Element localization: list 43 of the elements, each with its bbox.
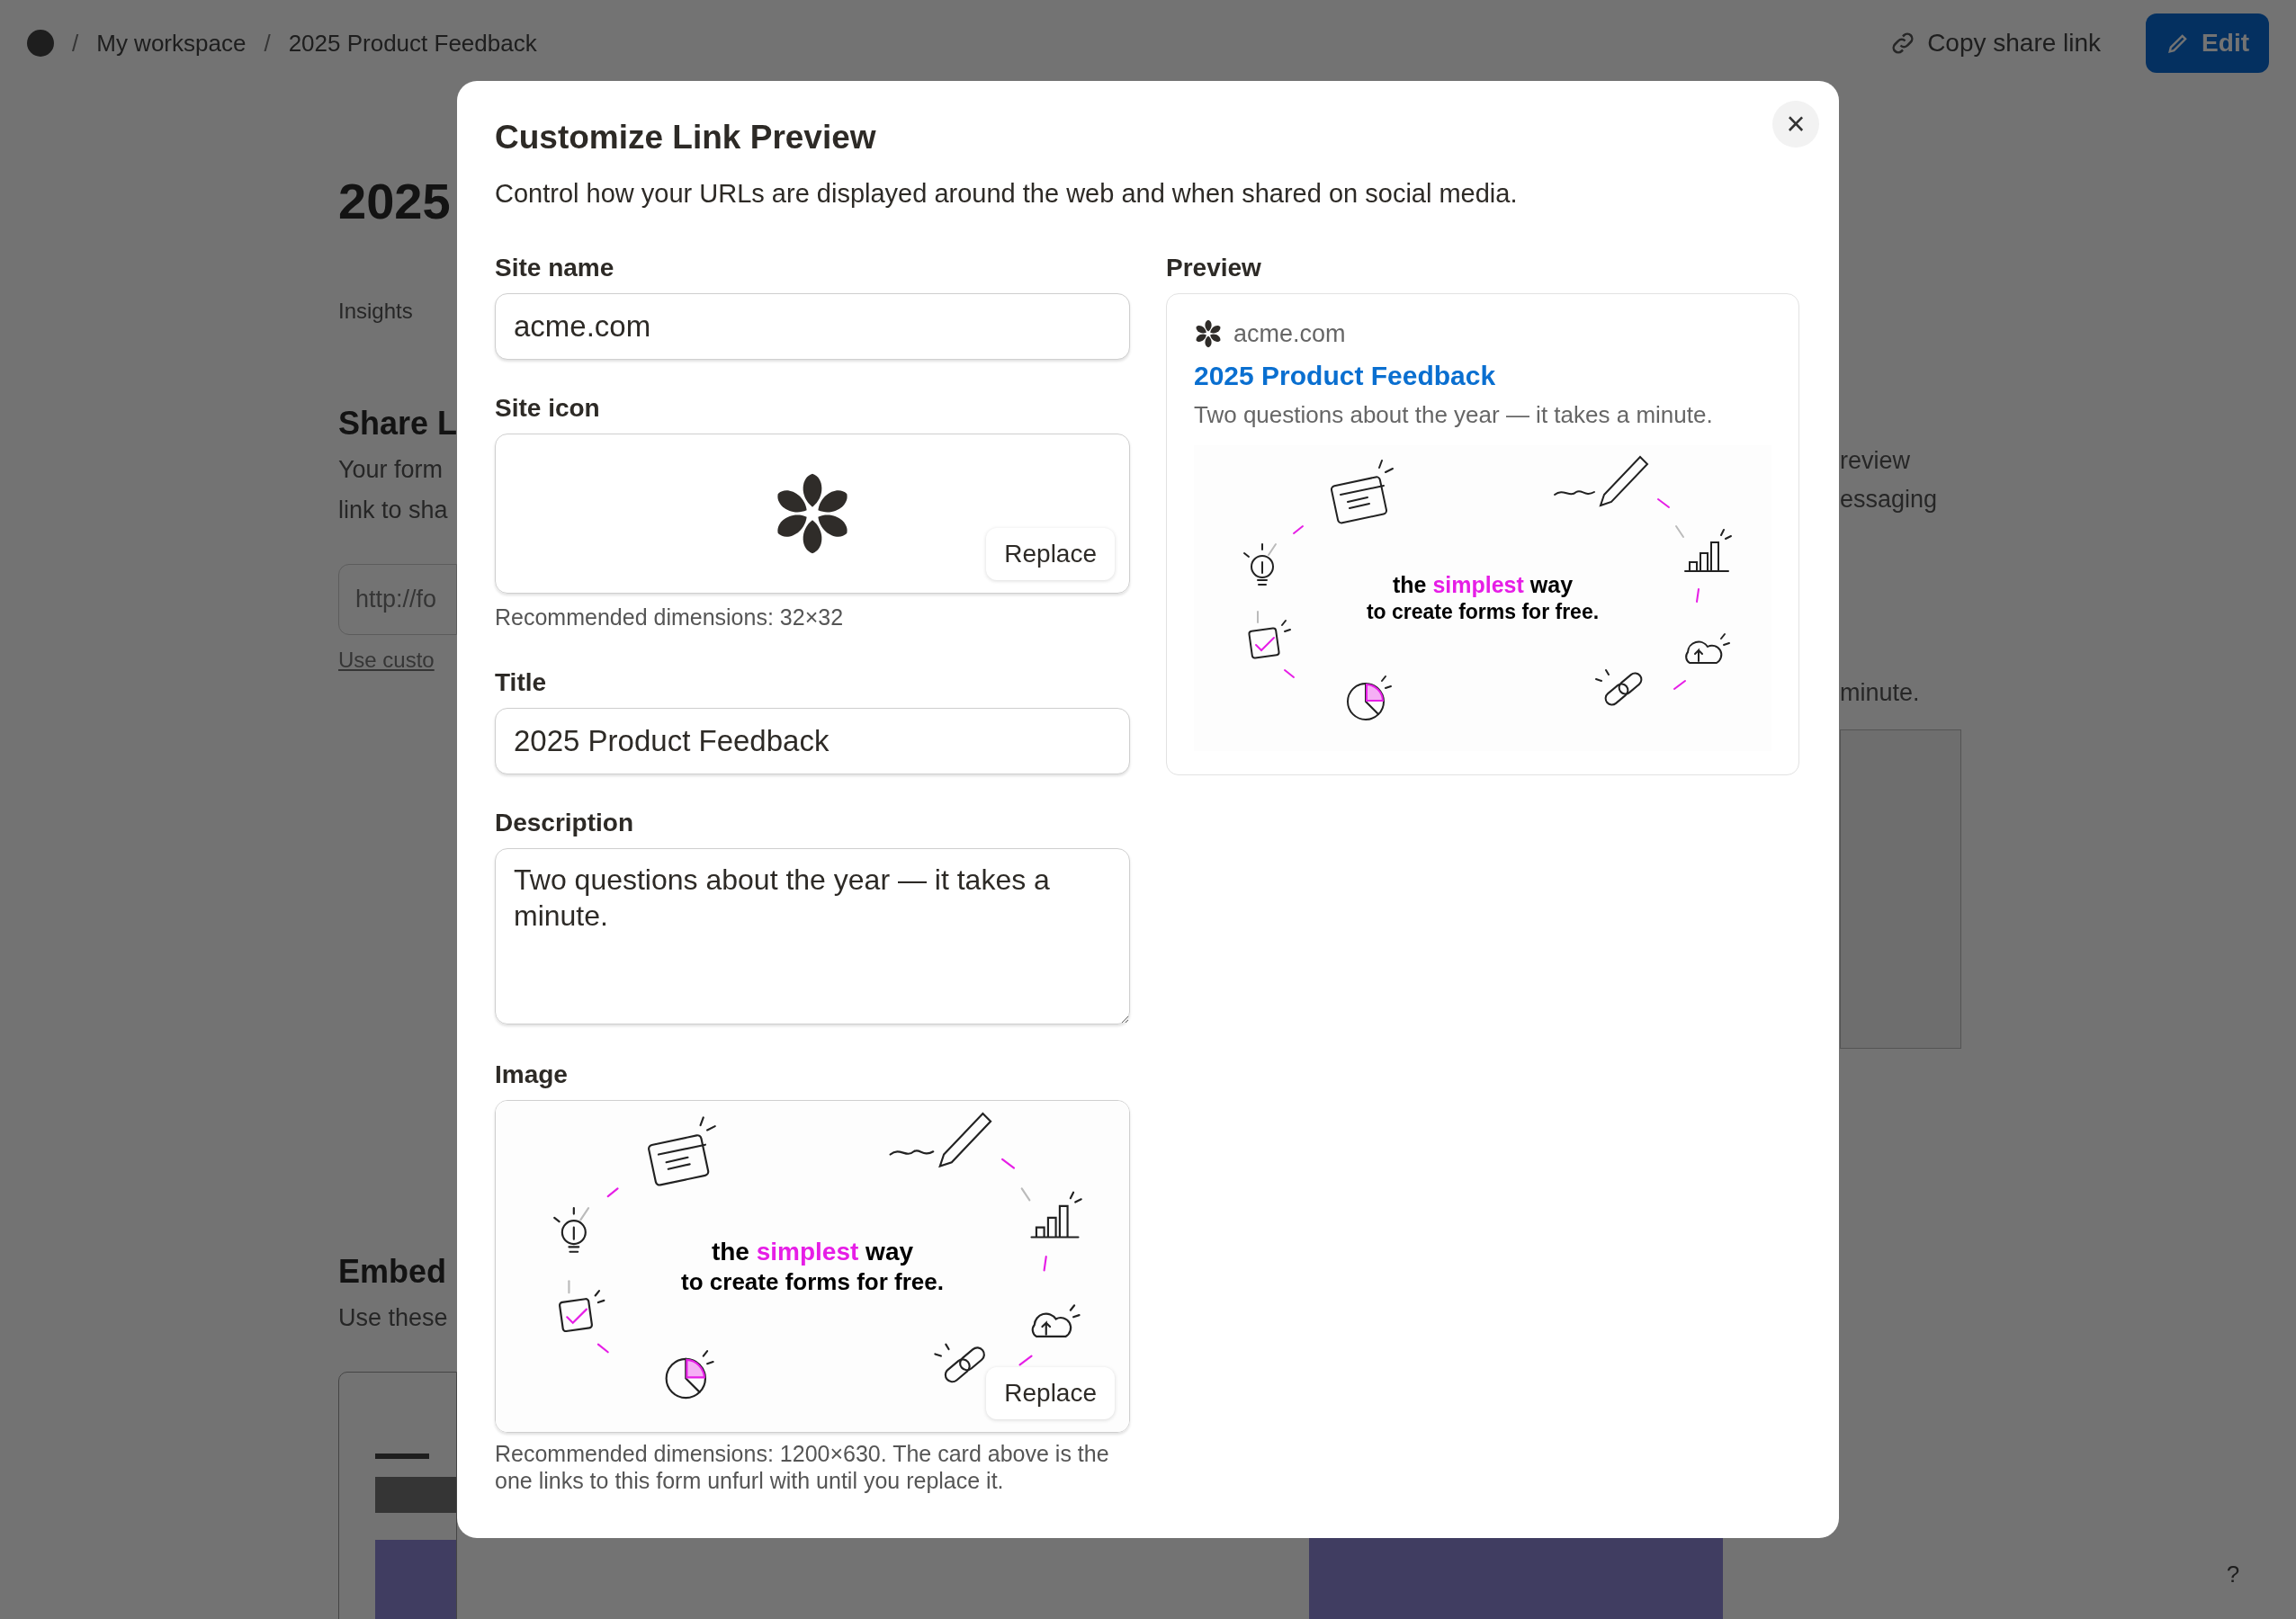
site-icon-dropzone[interactable]: Replace xyxy=(495,433,1130,594)
description-field[interactable]: Two questions about the year — it takes a minute. xyxy=(495,848,1130,1024)
flower-icon xyxy=(1194,318,1223,348)
page-para: link to sha xyxy=(338,495,449,525)
image-dropzone[interactable]: the simplest way to create forms for free. Replace xyxy=(495,1100,1130,1433)
hint-text: Recommended dimensions: 32×32 xyxy=(495,603,845,631)
field-label: Site name xyxy=(495,255,615,281)
preview-description: Two questions about the year — it takes a minute. xyxy=(1194,400,1714,430)
banner-headline: the simplest way xyxy=(711,1237,914,1268)
page-text: review xyxy=(1840,446,1912,476)
field-label: Image xyxy=(495,1062,569,1087)
banner-subline: to create forms for free. xyxy=(681,1267,944,1297)
page-para: Use these xyxy=(338,1302,449,1333)
field-label: Description xyxy=(495,810,635,836)
page-subheading: Embed xyxy=(338,1251,448,1292)
page-text: minute. xyxy=(1840,678,1921,708)
workspace-icon[interactable] xyxy=(27,30,54,57)
dialog-description: Control how your URLs are displayed around the web and when shared on social media. xyxy=(495,178,1518,210)
help-button[interactable]: ? xyxy=(2215,1556,2251,1592)
replace-button[interactable]: Replace xyxy=(986,1367,1115,1419)
site-name-field[interactable]: acme.com xyxy=(495,292,1130,360)
page-label: Insights xyxy=(338,298,414,325)
page-subheading: Share L xyxy=(338,404,457,443)
banner-headline: the simplest way xyxy=(1392,571,1574,599)
hint-text: Recommended dimensions: 1200×630. The card above is the one links to this form unfurl with until you replace it. xyxy=(495,1440,1110,1494)
banner-subline: to create forms for free. xyxy=(1366,599,1600,625)
field-label: Title xyxy=(495,670,548,695)
replace-button[interactable]: Replace xyxy=(986,527,1115,580)
page-para: Your form xyxy=(338,455,444,485)
preview-label: Preview xyxy=(1166,255,1262,281)
breadcrumb-item[interactable]: 2025 Product Feedback xyxy=(288,25,537,61)
breadcrumb-item[interactable]: My workspace xyxy=(96,25,247,61)
dialog-title: Customize Link Preview xyxy=(495,118,876,157)
page-text: essaging xyxy=(1840,484,1939,514)
copy-link-button[interactable]: Copy share link xyxy=(1889,24,2102,62)
breadcrumb-separator: / xyxy=(264,28,271,58)
title-field[interactable]: 2025 Product Feedback xyxy=(495,708,1130,774)
preview-title[interactable]: 2025 Product Feedback xyxy=(1194,355,1771,396)
close-button[interactable]: × xyxy=(1772,101,1819,148)
field-label: Site icon xyxy=(495,395,601,421)
page-heading: 2025 xyxy=(338,176,452,227)
preview-site: acme.com xyxy=(1233,318,1346,349)
breadcrumb-separator: / xyxy=(72,28,79,58)
